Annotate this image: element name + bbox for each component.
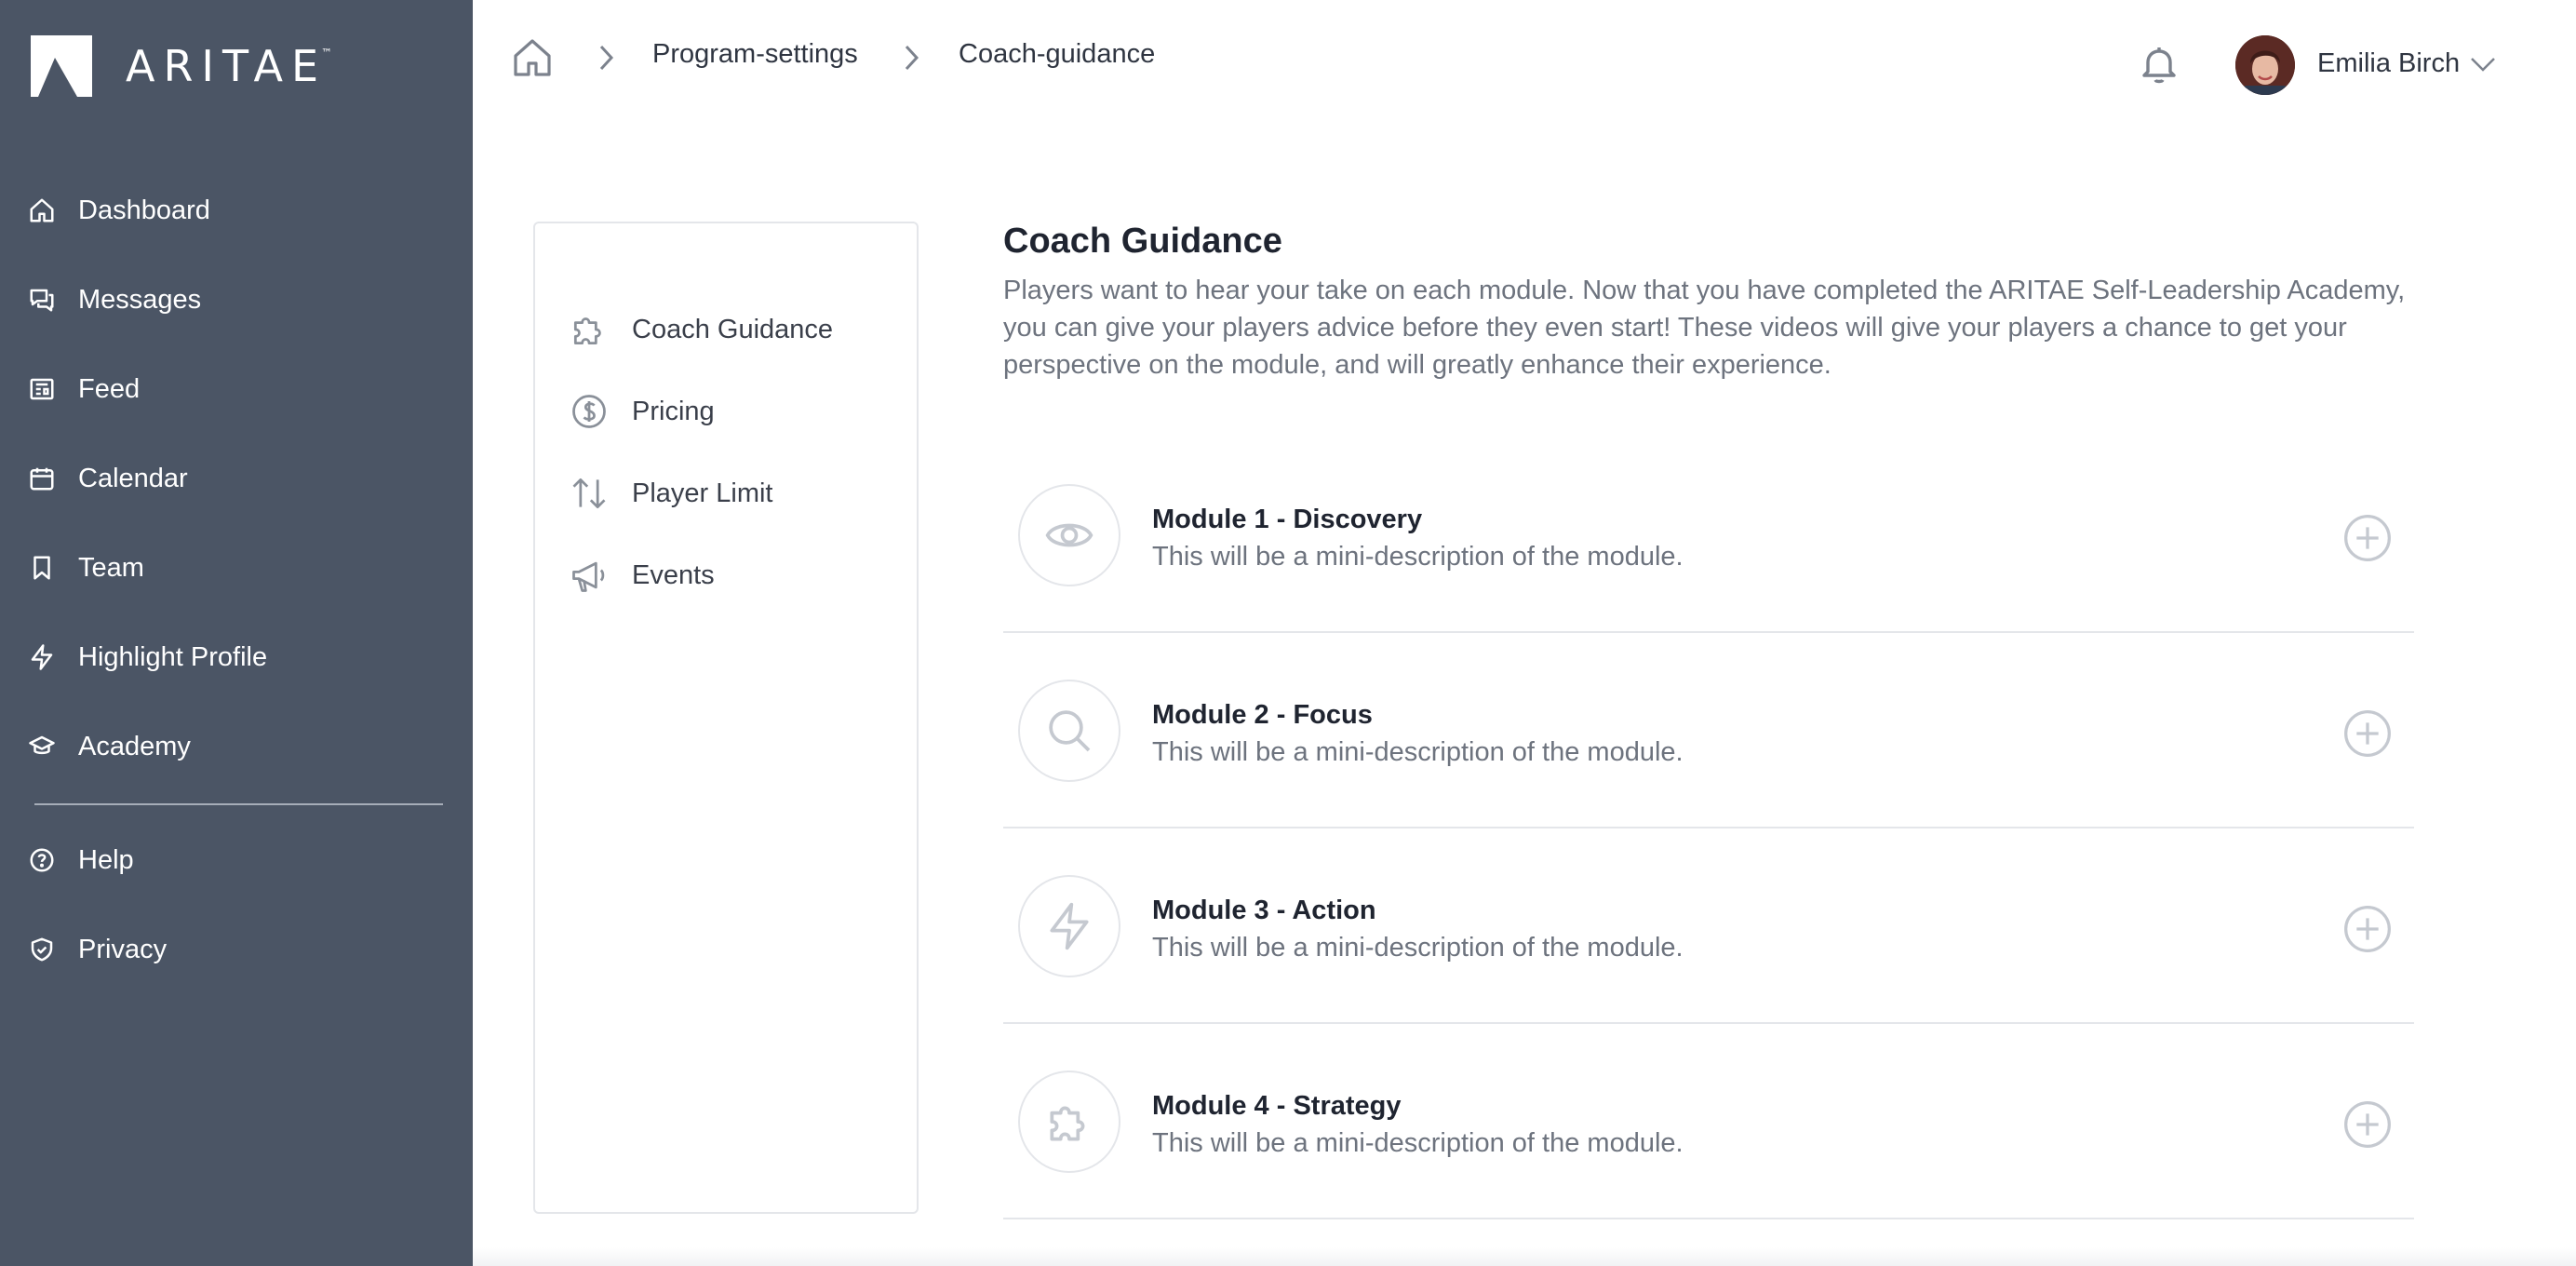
settings-nav-panel: Coach Guidance Pricing Player Limit Even… xyxy=(533,222,919,1214)
breadcrumb-program-settings[interactable]: Program-settings xyxy=(652,39,858,70)
settings-item-player-limit[interactable]: Player Limit xyxy=(569,465,773,521)
megaphone-icon xyxy=(572,561,605,592)
module-title: Module 2 - Focus xyxy=(1152,700,1373,730)
module-icon-badge xyxy=(1018,875,1120,977)
module-description: This will be a mini-description of the m… xyxy=(1152,1128,1684,1158)
breadcrumb-coach-guidance[interactable]: Coach-guidance xyxy=(959,39,1155,70)
settings-item-label: Pricing xyxy=(632,396,715,426)
lightning-icon xyxy=(31,644,53,670)
page-description: Players want to hear your take on each m… xyxy=(1003,276,2406,380)
settings-item-label: Events xyxy=(632,559,715,590)
module-icon-badge xyxy=(1018,1071,1120,1173)
module-icon-badge xyxy=(1018,484,1120,586)
home-icon[interactable] xyxy=(510,35,555,80)
sidebar-item-label: Feed xyxy=(78,373,141,404)
module-row: Module 3 - Action This will be a mini-de… xyxy=(1003,828,2414,1024)
bookmark-icon xyxy=(34,556,50,580)
puzzle-icon xyxy=(1050,1106,1085,1141)
module-description: This will be a mini-description of the m… xyxy=(1152,737,1684,767)
settings-item-coach-guidance[interactable]: Coach Guidance xyxy=(569,302,833,357)
sidebar-item-label: Team xyxy=(78,552,144,583)
sidebar-item-team[interactable]: Team xyxy=(28,540,144,596)
sidebar-item-highlight-profile[interactable]: Highlight Profile xyxy=(28,629,267,685)
sidebar-item-calendar[interactable]: Calendar xyxy=(28,451,188,506)
add-circle-icon[interactable] xyxy=(2341,1098,2394,1151)
add-circle-icon[interactable] xyxy=(2341,707,2394,760)
sidebar-item-messages[interactable]: Messages xyxy=(28,272,201,328)
module-title: Module 3 - Action xyxy=(1152,896,1376,925)
sidebar-item-privacy[interactable]: Privacy xyxy=(28,922,167,977)
messages-icon xyxy=(30,289,54,312)
add-circle-icon[interactable] xyxy=(2341,903,2394,955)
logo-mark-icon xyxy=(31,35,92,97)
brand-name: ARITAE™ xyxy=(126,41,333,91)
arrows-up-down-icon xyxy=(572,478,606,509)
puzzle-icon xyxy=(573,317,601,345)
avatar[interactable] xyxy=(2235,35,2295,95)
sidebar-item-label: Help xyxy=(78,844,134,875)
settings-item-pricing[interactable]: Pricing xyxy=(569,384,715,439)
sidebar-item-feed[interactable]: Feed xyxy=(28,361,140,417)
home-icon xyxy=(30,198,54,222)
module-row: Module 2 - Focus This will be a mini-des… xyxy=(1003,633,2414,828)
module-title: Module 4 - Strategy xyxy=(1152,1091,1402,1121)
module-description: This will be a mini-description of the m… xyxy=(1152,933,1684,963)
page-title: Coach Guidance xyxy=(1003,222,1282,261)
avatar-face-icon xyxy=(2235,35,2295,95)
dollar-circle-icon xyxy=(572,395,606,428)
sidebar-item-label: Academy xyxy=(78,731,191,761)
sidebar-item-help[interactable]: Help xyxy=(28,832,134,888)
graduation-cap-icon xyxy=(29,735,55,755)
sidebar-item-label: Calendar xyxy=(78,463,188,493)
calendar-icon xyxy=(30,467,54,491)
module-row: Module 1 - Discovery This will be a mini… xyxy=(1003,438,2414,633)
sidebar-divider xyxy=(34,803,443,805)
chevron-down-icon[interactable] xyxy=(2469,54,2497,74)
sidebar-item-label: Dashboard xyxy=(78,195,210,225)
module-description: This will be a mini-description of the m… xyxy=(1152,542,1684,572)
bell-icon[interactable] xyxy=(2137,41,2181,88)
feed-icon xyxy=(30,378,54,400)
shield-check-icon xyxy=(31,937,53,962)
sidebar-item-dashboard[interactable]: Dashboard xyxy=(28,182,210,238)
sidebar-item-label: Privacy xyxy=(78,934,168,964)
module-row: Module 4 - Strategy This will be a mini-… xyxy=(1003,1024,2414,1219)
module-icon-badge xyxy=(1018,680,1120,782)
settings-item-label: Player Limit xyxy=(632,478,773,508)
module-title: Module 1 - Discovery xyxy=(1152,505,1423,534)
user-name[interactable]: Emilia Birch xyxy=(2317,48,2460,79)
sidebar-item-label: Messages xyxy=(78,284,202,315)
sidebar-item-academy[interactable]: Academy xyxy=(28,719,191,774)
help-circle-icon xyxy=(30,848,54,872)
add-circle-icon[interactable] xyxy=(2341,512,2394,564)
search-icon xyxy=(1049,710,1091,752)
brand-logo[interactable]: ARITAE™ xyxy=(31,35,332,97)
settings-item-events[interactable]: Events xyxy=(569,547,715,603)
chevron-right-icon xyxy=(599,45,614,71)
scroll-fade xyxy=(473,1247,2576,1266)
chevron-right-icon xyxy=(905,45,919,71)
eye-icon xyxy=(1045,523,1093,547)
lightning-icon xyxy=(1050,902,1089,950)
sidebar-item-label: Highlight Profile xyxy=(78,641,268,672)
sidebar: ARITAE™ Dashboard Messages Feed Calendar… xyxy=(0,0,473,1266)
settings-item-label: Coach Guidance xyxy=(632,314,834,344)
